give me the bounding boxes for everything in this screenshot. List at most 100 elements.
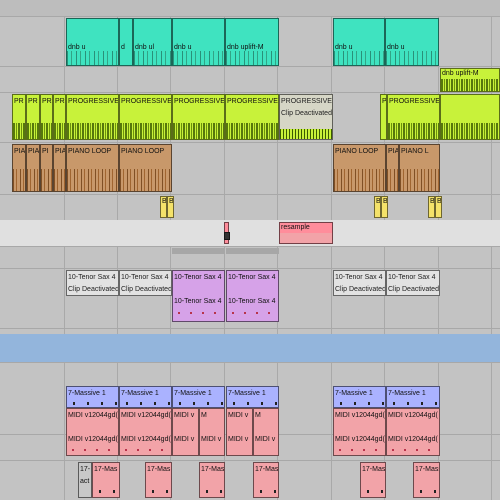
clip-massive[interactable]: 7-Massive 1 [172,386,225,408]
clip-midi[interactable]: MIDI v12044gd( MIDI v12044gd( [66,408,119,456]
clip-17-massive[interactable]: 17-Mas [360,462,386,498]
clip-progressive[interactable]: PR [12,94,26,140]
clip-status-label: Clip Deactivated [388,286,439,293]
clip-label: PIA [14,148,25,155]
clip-faint[interactable] [172,248,225,254]
clip-progressive[interactable]: PROGRESSIVE H [225,94,279,140]
clip-midi[interactable]: MIDI v MIDI v [226,408,253,456]
clip-piano[interactable]: PIA [26,144,40,192]
clip-massive[interactable]: 7-Massive 1 [226,386,279,408]
clip-label: PROGRESSIVE H [68,98,118,105]
clip-piano[interactable]: PIA [12,144,26,192]
clip-b[interactable]: B [167,196,174,218]
clip-progressive[interactable]: P [380,94,387,140]
clip-label: MIDI v [228,436,249,443]
clip-midi[interactable]: MIDI v12044gd( MIDI v12044gd( [119,408,172,456]
clip-tenor-sax[interactable]: 10-Tenor Sax 4 10-Tenor Sax 4 [172,270,225,322]
clip-progressive[interactable]: PROGRESSIVE H [387,94,440,140]
clip-progressive[interactable]: PROGRESSIVE H [172,94,225,140]
clip-label: PIANO L [401,148,429,155]
clip-progressive[interactable] [440,94,500,140]
clip-label: MIDI v12044gd( [121,412,171,419]
clip-label: B [375,197,380,206]
clip-label: MIDI v12044gd( [68,412,118,419]
track-lane-10 [0,334,500,363]
clip-dnb[interactable]: dnb u [172,18,225,66]
clip-label: 7-Massive 1 [68,390,106,397]
clip-label: PIANO LOOP [121,148,165,155]
clip-17-massive[interactable]: 17-Massive [199,462,225,498]
clip-dnb[interactable]: dnb u [66,18,119,66]
clip-progressive[interactable]: PR [40,94,53,140]
clip-massive[interactable]: 7-Massive 1 [66,386,119,408]
clip-piano[interactable]: PIANO L [399,144,440,192]
clip-label: MIDI v [174,412,195,419]
clip-17-massive[interactable]: 17-Massive [253,462,279,498]
clip-dnb-uplift[interactable]: dnb uplift-M [440,68,500,92]
clip-label: act [80,478,90,485]
clip-massive[interactable]: 7-Massive 1 [119,386,172,408]
clip-massive[interactable]: 7-Massive 1 [333,386,386,408]
clip-dnb[interactable]: dnb u [385,18,439,66]
clip-midi[interactable]: M MIDI v [253,408,279,456]
clip-tenor-sax[interactable]: 10-Tenor Sax 4 Clip Deactivated [66,270,119,296]
clip-label: 17-Massive [201,466,224,473]
clip-label: PIANO LOOP [68,148,112,155]
clip-progressive-deactivated[interactable]: PROGRESSIVE H Clip Deactivated [279,94,333,140]
clip-midi[interactable]: MIDI v12044gd( MIDI v12044gd( [386,408,440,456]
clip-label: MIDI v12044gd( [388,412,438,419]
clip-midi[interactable]: M MIDI v [199,408,225,456]
clip-label: B [429,197,434,206]
clip-label: 7-Massive 1 [174,390,212,397]
clip-label: PROGRESSIVE H [281,98,332,105]
clip-tenor-sax[interactable]: 10-Tenor Sax 4 Clip Deactivated [333,270,386,296]
clip-b[interactable]: B [160,196,167,218]
clip-small-dark [224,232,230,240]
clip-label: MIDI v [201,436,222,443]
clip-status-label: Clip Deactivated [68,286,118,293]
clip-progressive[interactable]: PR [53,94,66,140]
clip-label: 10-Tenor Sax 4 [174,274,222,281]
clip-tenor-sax[interactable]: 10-Tenor Sax 4 10-Tenor Sax 4 [226,270,279,322]
clip-label: resample [281,224,310,231]
clip-piano[interactable]: PIA [53,144,66,192]
clip-tenor-sax[interactable]: 10-Tenor Sax 4 Clip Deactivated [119,270,172,296]
clip-midi[interactable]: MIDI v12044gd( MIDI v12044gd( [333,408,386,456]
clip-dnb-uplift[interactable]: dnb uplift-M [225,18,279,66]
clip-17-massive[interactable]: 17-Massive [413,462,440,498]
clip-b[interactable]: B [435,196,442,218]
clip-b[interactable]: B [428,196,435,218]
clip-label: 10-Tenor Sax 4 [68,274,116,281]
clip-piano[interactable]: PI [40,144,53,192]
clip-label: PR [28,98,38,105]
clip-17-massive[interactable]: 17-Mas [145,462,172,498]
clip-midi[interactable]: MIDI v MIDI v [172,408,199,456]
clip-label: 17-Massive [255,466,278,473]
clip-faint[interactable] [226,248,279,254]
track-lane-3 [0,66,500,93]
clip-progressive[interactable]: PROGRESSIVE H [119,94,172,140]
clip-label: dnb uplift-M [442,70,479,77]
clip-b[interactable]: B [374,196,381,218]
clip-piano-loop[interactable]: PIANO LOOP [119,144,172,192]
clip-piano[interactable]: PIA [386,144,399,192]
clip-dnb[interactable]: dnb ul [133,18,172,66]
clip-label: PIA [55,148,65,155]
clip-b[interactable]: B [381,196,388,218]
clip-progressive[interactable]: PR [26,94,40,140]
track-lane-1 [0,0,500,17]
clip-piano-loop[interactable]: PIANO LOOP [333,144,386,192]
clip-17-massive[interactable]: 17-Mas [92,462,120,498]
clip-massive[interactable]: 7-Massive 1 [386,386,440,408]
clip-label: 17-Mas [362,466,385,473]
clip-tenor-sax[interactable]: 10-Tenor Sax 4 Clip Deactivated [386,270,440,296]
clip-17-massive[interactable]: 17- act [78,462,92,498]
clip-dnb[interactable]: dnb u [333,18,385,66]
clip-progressive[interactable]: PROGRESSIVE H [66,94,119,140]
clip-dnb[interactable]: d [119,18,133,66]
clip-resample[interactable]: resample [279,222,333,244]
clip-label: B [382,197,387,206]
clip-piano-loop[interactable]: PIANO LOOP [66,144,119,192]
clip-label: PIANO LOOP [335,148,379,155]
clip-label: PROGRESSIVE H [121,98,171,105]
